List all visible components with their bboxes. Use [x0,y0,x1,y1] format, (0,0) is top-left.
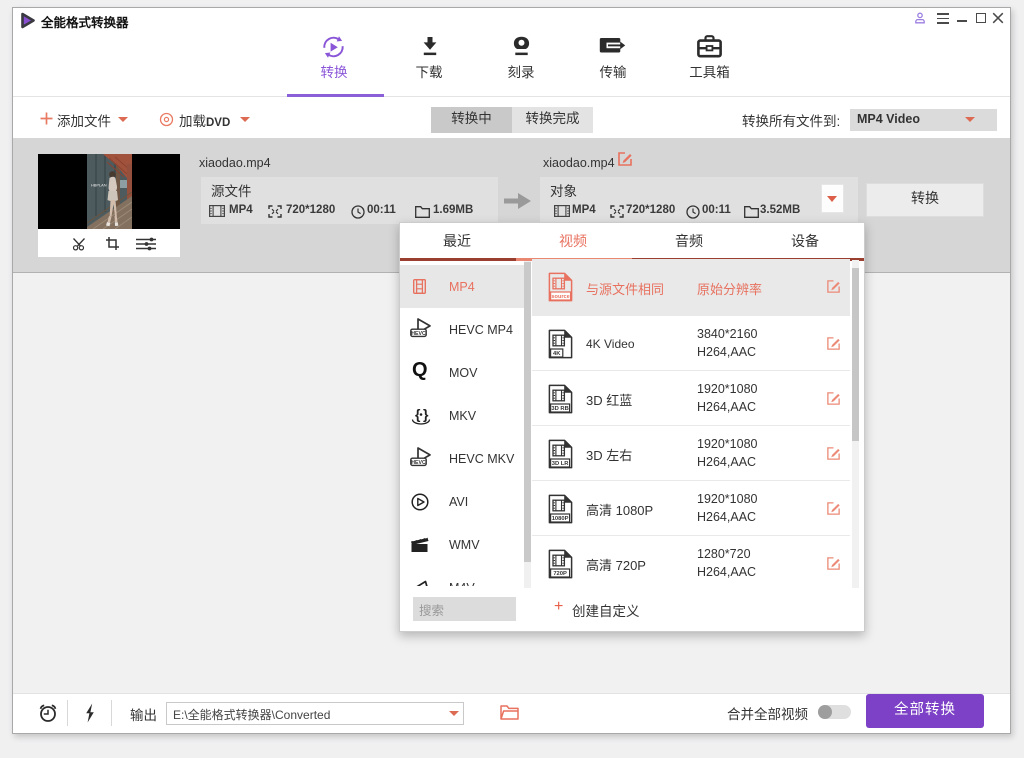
svg-text:HEVC: HEVC [411,331,426,337]
svg-text:720P: 720P [553,571,567,577]
svg-text:3D RB: 3D RB [551,406,568,412]
svg-text:4K: 4K [553,351,561,357]
svg-text:3D LR: 3D LR [552,461,570,467]
svg-text:}: } [423,406,429,422]
svg-text:HEVC: HEVC [411,460,426,466]
svg-text:source: source [551,294,569,300]
svg-text:1080P: 1080P [552,516,569,522]
svg-text:HBPLAN: HBPLAN [91,183,107,188]
